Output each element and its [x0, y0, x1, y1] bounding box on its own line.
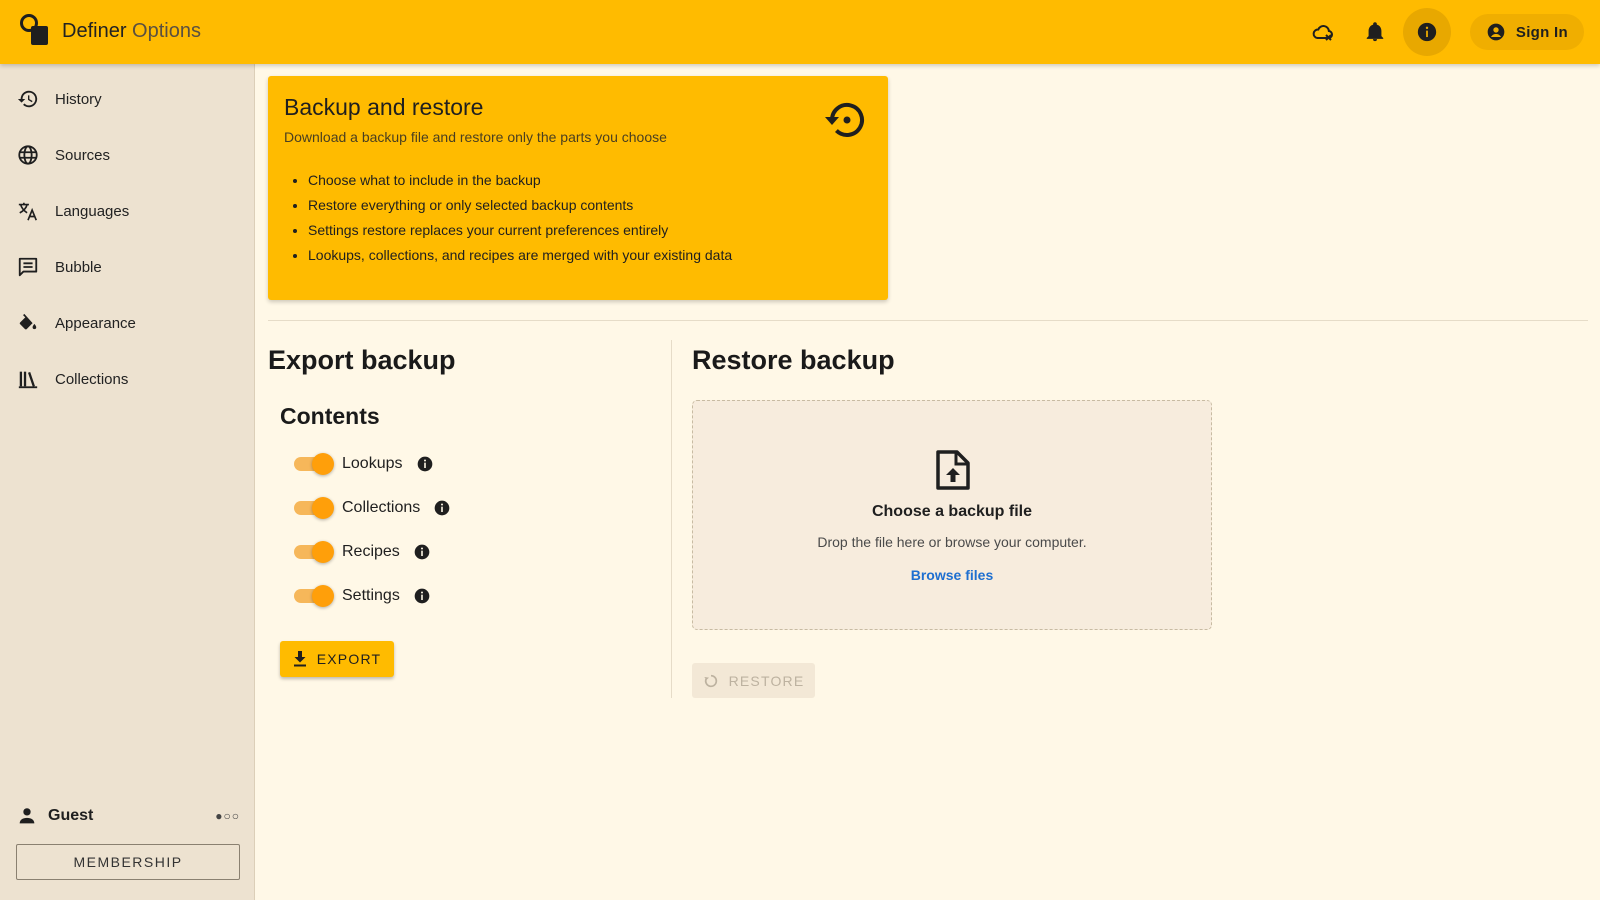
upload-file-icon [936, 450, 970, 490]
toggle-row-settings: Settings [294, 582, 430, 610]
app-title: Definer Options [62, 20, 201, 43]
top-bar: Definer Options Sign In [0, 0, 1600, 64]
sidebar-item-label: Sources [55, 146, 111, 164]
info-icon[interactable] [417, 456, 433, 472]
sign-in-label: Sign In [1515, 23, 1568, 41]
sidebar-item-label: History [55, 90, 102, 108]
banner-bullet: Settings restore replaces your current p… [308, 222, 872, 238]
banner-bullet: Lookups, collections, and recipes are me… [308, 247, 872, 263]
contents-title: Contents [280, 403, 380, 429]
user-name: Guest [48, 807, 94, 824]
info-icon[interactable] [1403, 8, 1451, 56]
info-icon[interactable] [414, 588, 430, 604]
recipes-toggle[interactable] [294, 541, 334, 563]
toggle-knob [312, 497, 334, 519]
settings-backup-restore-icon [825, 103, 864, 137]
collections-toggle[interactable] [294, 497, 334, 519]
column-divider [671, 340, 672, 698]
sidebar-item-sources[interactable]: Sources [0, 127, 254, 183]
comment-icon [16, 255, 40, 279]
sidebar-item-appearance[interactable]: Appearance [0, 295, 254, 351]
dropzone-title: Choose a backup file [871, 503, 1033, 520]
membership-button[interactable]: MEMBERSHIP [16, 844, 240, 880]
sidebar-item-label: Bubble [55, 258, 102, 276]
banner-subtitle: Download a backup file and restore only … [284, 129, 667, 145]
banner-bullet: Choose what to include in the backup [308, 172, 872, 188]
cloud-off-icon[interactable] [1307, 16, 1339, 48]
dropzone-subtitle: Drop the file here or browse your comput… [817, 534, 1087, 550]
account-circle-icon [1487, 23, 1505, 41]
export-button[interactable]: EXPORT [280, 641, 394, 677]
sidebar-item-label: Languages [55, 202, 130, 220]
sidebar: History Sources Languages Bubble Appeara… [0, 64, 255, 900]
lookups-toggle[interactable] [294, 453, 334, 475]
sidebar-item-label: Appearance [55, 314, 136, 332]
banner-title: Backup and restore [284, 94, 484, 120]
toggle-knob [312, 585, 334, 607]
toggle-knob [312, 541, 334, 563]
sidebar-item-label: Collections [55, 370, 129, 388]
user-profile[interactable]: Guest ●○○ [16, 801, 240, 831]
toggle-label: Recipes [342, 543, 400, 560]
restore-icon [703, 674, 717, 687]
history-icon [16, 87, 40, 111]
section-divider [268, 320, 1588, 321]
file-dropzone[interactable]: Choose a backup file Drop the file here … [692, 400, 1212, 630]
banner-bullet-list: Choose what to include in the backup Res… [308, 172, 872, 263]
restore-button[interactable]: RESTORE [692, 663, 815, 698]
toggle-knob [312, 453, 334, 475]
browse-files-link[interactable]: Browse files [693, 567, 1211, 583]
person-icon [16, 804, 40, 828]
export-backup-title: Export backup [268, 345, 456, 375]
membership-tier-dots-icon: ●○○ [215, 809, 240, 823]
toggle-label: Settings [342, 587, 400, 604]
translate-icon [16, 199, 40, 223]
notifications-bell-icon[interactable] [1359, 16, 1391, 48]
toggle-label: Lookups [342, 455, 403, 472]
toggle-label: Collections [342, 499, 421, 516]
backup-restore-banner: Backup and restore Download a backup fil… [268, 76, 888, 300]
toggle-row-lookups: Lookups [294, 450, 433, 478]
info-icon[interactable] [414, 544, 430, 560]
restore-button-label: RESTORE [728, 672, 805, 689]
sidebar-item-bubble[interactable]: Bubble [0, 239, 254, 295]
export-button-label: EXPORT [316, 651, 382, 667]
download-icon [293, 651, 306, 667]
app-title-main: Definer [62, 20, 127, 42]
sign-in-button[interactable]: Sign In [1469, 14, 1584, 50]
paint-bucket-icon [16, 311, 40, 335]
library-icon [16, 367, 40, 391]
sidebar-item-history[interactable]: History [0, 71, 254, 127]
app-title-sub: Options [132, 20, 201, 42]
info-icon[interactable] [434, 500, 450, 516]
sidebar-item-languages[interactable]: Languages [0, 183, 254, 239]
definer-logo [20, 14, 48, 45]
settings-toggle[interactable] [294, 585, 334, 607]
restore-backup-title: Restore backup [692, 345, 895, 375]
toggle-row-recipes: Recipes [294, 538, 430, 566]
banner-bullet: Restore everything or only selected back… [308, 197, 872, 213]
sidebar-item-collections[interactable]: Collections [0, 351, 254, 407]
globe-icon [16, 143, 40, 167]
toggle-row-collections: Collections [294, 494, 450, 522]
